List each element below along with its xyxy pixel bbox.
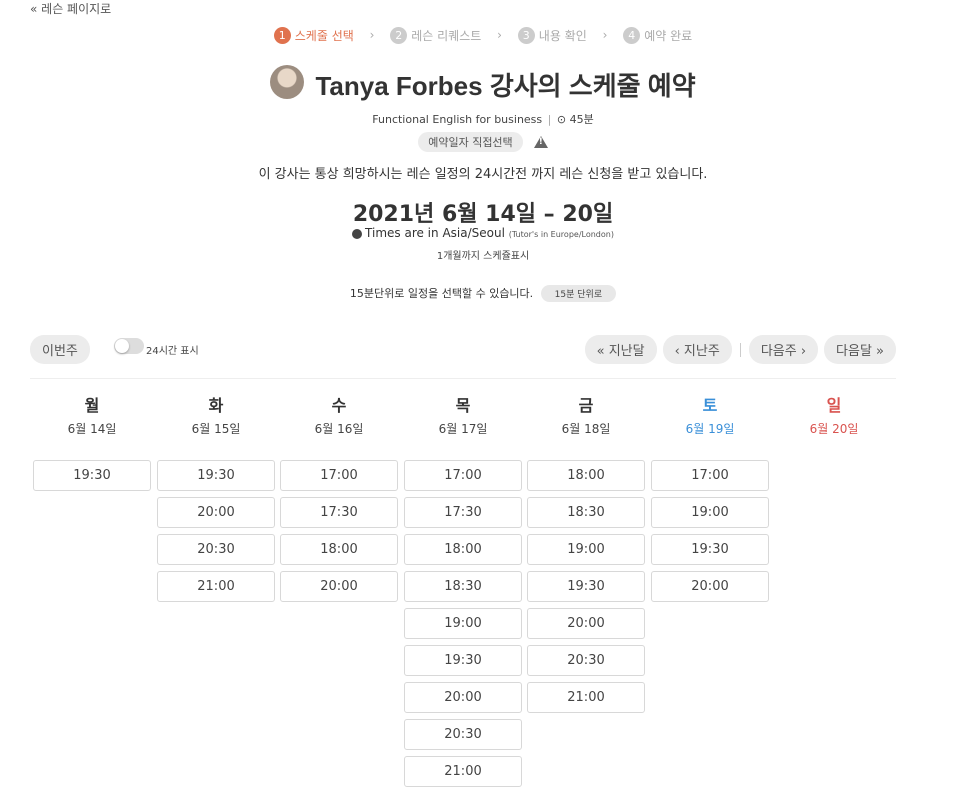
- day-date: 6월 15일: [191, 422, 241, 436]
- day-header: 일 6월 20일: [775, 0, 893, 437]
- time-slot-button[interactable]: 19:00: [651, 497, 769, 528]
- time-slot-button[interactable]: 20:30: [404, 719, 522, 750]
- time-slot-button[interactable]: 19:30: [33, 460, 151, 491]
- time-slot-button[interactable]: 19:00: [404, 608, 522, 639]
- time-slot-list: 17:00 19:00 19:30 20:00: [651, 460, 769, 608]
- day-date: 6월 14일: [67, 422, 117, 436]
- time-slot-button[interactable]: 17:00: [280, 460, 398, 491]
- day-name: 토: [702, 396, 718, 415]
- time-slot-button[interactable]: 20:00: [527, 608, 645, 639]
- day-name: 수: [331, 396, 347, 415]
- time-slot-button[interactable]: 21:00: [527, 682, 645, 713]
- time-slot-button[interactable]: 18:00: [404, 534, 522, 565]
- day-name: 목: [455, 396, 471, 415]
- time-slot-list: 17:00 17:30 18:00 18:30 19:00 19:30 20:00 20:30…: [404, 460, 522, 793]
- day-name: 금: [578, 396, 594, 415]
- time-slot-button[interactable]: 17:00: [651, 460, 769, 491]
- day-header: 금 6월 18일: [527, 0, 645, 437]
- day-date: 6월 19일: [685, 422, 735, 436]
- day-header: 수 6월 16일: [280, 0, 398, 437]
- time-slot-button[interactable]: 18:30: [404, 571, 522, 602]
- time-slot-button[interactable]: 17:30: [404, 497, 522, 528]
- time-slot-list: 18:00 18:30 19:00 19:30 20:00 20:30 21:00: [527, 460, 645, 719]
- time-slot-button[interactable]: 17:00: [404, 460, 522, 491]
- day-name: 일: [826, 396, 842, 415]
- day-date: 6월 20일: [809, 422, 859, 436]
- time-slot-button[interactable]: 19:30: [527, 571, 645, 602]
- time-slot-button[interactable]: 19:00: [527, 534, 645, 565]
- time-slot-button[interactable]: 20:00: [280, 571, 398, 602]
- time-slot-button[interactable]: 20:30: [157, 534, 275, 565]
- time-slot-list: 19:30: [33, 460, 151, 497]
- day-header: 월 6월 14일: [33, 0, 151, 437]
- time-slot-button[interactable]: 18:00: [280, 534, 398, 565]
- time-slot-button[interactable]: 20:30: [527, 645, 645, 676]
- time-slot-button[interactable]: 20:00: [651, 571, 769, 602]
- day-header: 화 6월 15일: [157, 0, 275, 437]
- time-slot-list: 19:30 20:00 20:30 21:00: [157, 460, 275, 608]
- day-header: 토 6월 19일: [651, 0, 769, 437]
- time-slot-button[interactable]: 19:30: [404, 645, 522, 676]
- day-name: 화: [208, 396, 224, 415]
- time-slot-button[interactable]: 19:30: [651, 534, 769, 565]
- day-date: 6월 16일: [314, 422, 364, 436]
- time-slot-button[interactable]: 20:00: [157, 497, 275, 528]
- day-date: 6월 17일: [438, 422, 488, 436]
- time-slot-button[interactable]: 17:30: [280, 497, 398, 528]
- day-header: 목 6월 17일: [404, 0, 522, 437]
- time-slot-button[interactable]: 18:00: [527, 460, 645, 491]
- day-name: 월: [84, 396, 100, 415]
- time-slot-button[interactable]: 21:00: [157, 571, 275, 602]
- time-slot-button[interactable]: 18:30: [527, 497, 645, 528]
- day-date: 6월 18일: [561, 422, 611, 436]
- time-slot-button[interactable]: 19:30: [157, 460, 275, 491]
- time-slot-button[interactable]: 20:00: [404, 682, 522, 713]
- time-slot-list: 17:00 17:30 18:00 20:00: [280, 460, 398, 608]
